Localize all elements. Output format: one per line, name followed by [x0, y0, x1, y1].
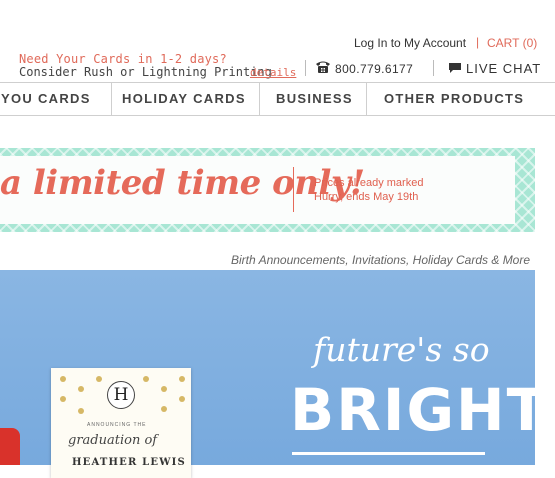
main-nav: YOU CARDS HOLIDAY CARDS BUSINESS OTHER P…: [0, 82, 555, 116]
header-divider: [305, 60, 306, 76]
header-separator: |: [476, 35, 480, 49]
card-announcing-text: ANNOUNCING THE: [87, 422, 147, 428]
nav-divider: [259, 83, 260, 115]
hero-script-text: future's so: [313, 330, 490, 369]
red-gift-box: [0, 428, 20, 465]
hero-underline: [292, 452, 485, 455]
nav-item-holiday-cards[interactable]: HOLIDAY CARDS: [122, 83, 246, 115]
nav-item-other-products[interactable]: OTHER PRODUCTS: [384, 83, 524, 115]
nav-divider: [366, 83, 367, 115]
card-script-text: graduation of: [68, 433, 158, 448]
live-chat-link[interactable]: LIVE CHAT: [466, 61, 541, 76]
card-name-text: HEATHER LEWIS: [72, 457, 186, 468]
rush-text: Consider Rush or Lightning Printing: [19, 65, 272, 79]
details-link[interactable]: details: [250, 66, 296, 79]
rush-title: Need Your Cards in 1-2 days?: [19, 52, 227, 66]
promo-divider: [293, 167, 294, 212]
phone-number[interactable]: 800.779.6177: [335, 62, 413, 76]
header-divider: [433, 60, 434, 76]
nav-divider: [111, 83, 112, 115]
cart-link[interactable]: CART (0): [487, 36, 537, 50]
card-monogram: H: [107, 381, 135, 409]
promo-headline: a limited time only!: [0, 163, 365, 203]
phone-icon: [316, 61, 330, 73]
hero-big-text: BRIGHT: [290, 376, 549, 444]
nav-item-business[interactable]: BUSINESS: [276, 83, 353, 115]
promo-line-1: Prices already marked: [314, 177, 424, 189]
tagline: Birth Announcements, Invitations, Holida…: [231, 253, 531, 267]
chat-bubble-icon: [449, 63, 461, 73]
nav-item-you-cards[interactable]: YOU CARDS: [1, 83, 91, 115]
login-link[interactable]: Log In to My Account: [354, 36, 466, 50]
promo-line-2: Hurry, ends May 19th: [314, 191, 419, 203]
